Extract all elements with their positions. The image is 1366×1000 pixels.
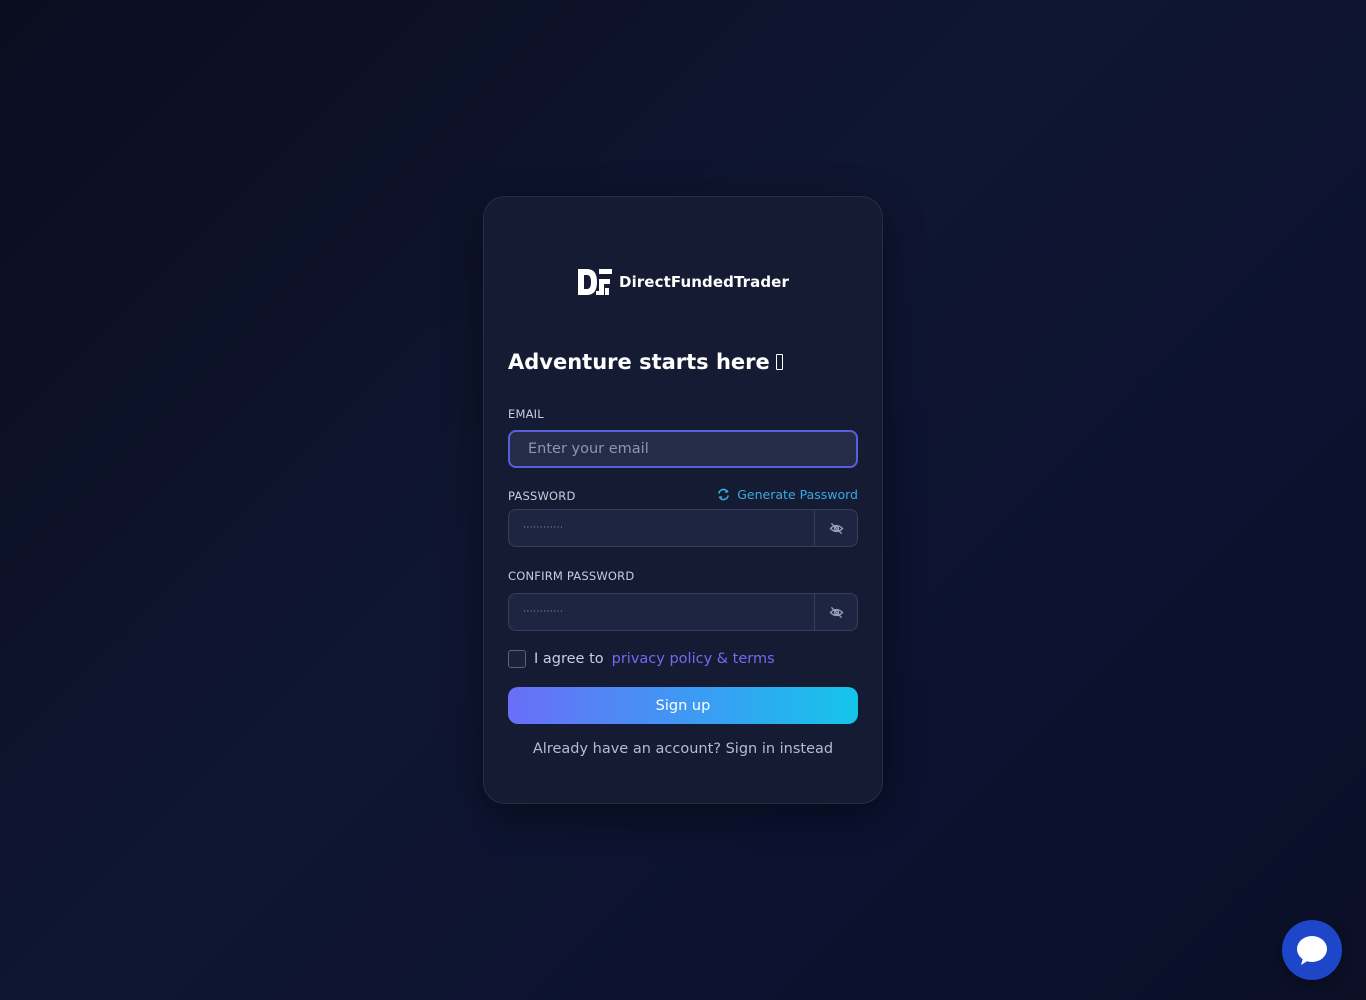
refresh-icon bbox=[718, 488, 730, 501]
sign-in-link[interactable]: Already have an account? Sign in instead bbox=[484, 741, 882, 757]
generate-password-label: Generate Password bbox=[737, 487, 858, 502]
terms-agreement: I agree to privacy policy & terms bbox=[508, 650, 775, 668]
password-label: PASSWORD bbox=[508, 489, 576, 503]
privacy-terms-link[interactable]: privacy policy & terms bbox=[612, 651, 775, 667]
df-logo-icon bbox=[578, 269, 613, 295]
page-title: Adventure starts here bbox=[508, 350, 783, 374]
eye-off-icon bbox=[829, 522, 843, 534]
confirm-password-label: CONFIRM PASSWORD bbox=[508, 569, 635, 583]
password-value: ············ bbox=[523, 523, 564, 533]
page-title-text: Adventure starts here bbox=[508, 350, 770, 374]
confirm-password-visibility-toggle[interactable] bbox=[814, 594, 857, 630]
password-visibility-toggle[interactable] bbox=[814, 510, 857, 546]
signup-card: DirectFundedTrader Adventure starts here… bbox=[483, 196, 883, 804]
chat-widget-button[interactable] bbox=[1282, 920, 1342, 980]
brand-name: DirectFundedTrader bbox=[619, 273, 789, 291]
confirm-password-field[interactable]: ············ bbox=[508, 593, 858, 631]
eye-off-icon bbox=[829, 606, 843, 618]
rocket-icon bbox=[775, 354, 783, 370]
email-placeholder: Enter your email bbox=[528, 441, 649, 457]
brand-logo[interactable]: DirectFundedTrader bbox=[484, 267, 882, 297]
password-field[interactable]: ············ bbox=[508, 509, 858, 547]
sign-up-button[interactable]: Sign up bbox=[508, 687, 858, 724]
email-label: EMAIL bbox=[508, 407, 544, 421]
generate-password-link[interactable]: Generate Password bbox=[716, 487, 858, 502]
chat-bubble-icon bbox=[1297, 936, 1327, 965]
email-field[interactable]: Enter your email bbox=[508, 430, 858, 468]
terms-prefix: I agree to bbox=[534, 651, 604, 667]
confirm-password-value: ············ bbox=[523, 607, 564, 617]
terms-checkbox[interactable] bbox=[508, 650, 526, 668]
